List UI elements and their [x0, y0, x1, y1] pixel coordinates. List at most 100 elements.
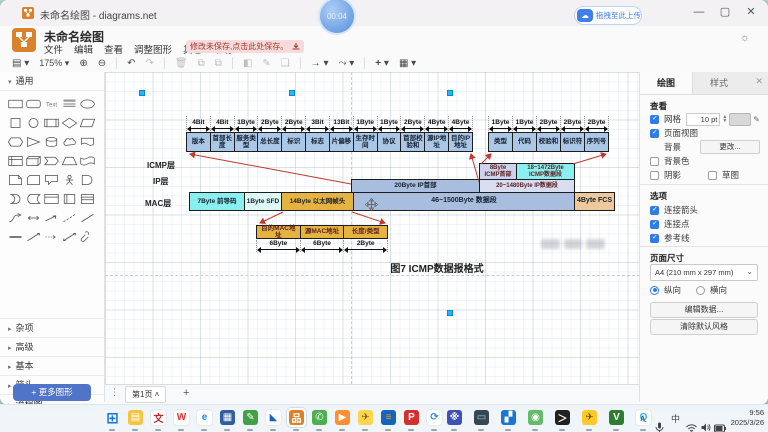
- shadow-checkbox[interactable]: [650, 171, 659, 180]
- icmp-field[interactable]: 标识符: [561, 132, 585, 152]
- clock[interactable]: 9:56 2025/3/26: [718, 408, 764, 428]
- shape-square-icon[interactable]: [6, 113, 24, 132]
- diagrams-net-icon[interactable]: 品: [287, 408, 306, 427]
- shape-text-icon[interactable]: Text: [42, 94, 60, 113]
- delete-icon[interactable]: 🗑: [175, 58, 188, 69]
- connection-handle[interactable]: [447, 90, 453, 96]
- shape-document-icon[interactable]: [78, 132, 96, 151]
- plane-app-icon[interactable]: ✈: [580, 408, 599, 427]
- shape-circle-icon[interactable]: [24, 113, 42, 132]
- ip-field[interactable]: 源IP地址: [425, 132, 449, 152]
- tab-style[interactable]: 样式: [693, 72, 745, 94]
- ip-field[interactable]: 生存时间: [354, 132, 378, 152]
- ip-header-box[interactable]: 20Byte IP首部: [351, 179, 480, 193]
- calculator-icon[interactable]: ▦: [218, 408, 237, 427]
- bg-color-checkbox[interactable]: [650, 157, 659, 166]
- fill-color-icon[interactable]: ◧: [243, 58, 252, 69]
- display-app-icon[interactable]: ▭: [472, 408, 491, 427]
- ip-field[interactable]: 总长度: [258, 132, 282, 152]
- ip-field[interactable]: 片偏移: [330, 132, 354, 152]
- ip-field[interactable]: 版本: [186, 132, 211, 152]
- icmp-field[interactable]: 代码: [513, 132, 537, 152]
- table-icon[interactable]: ▦ ▾: [399, 58, 416, 69]
- unsaved-notice[interactable]: 修改未保存,点击此处保存。: [186, 40, 304, 53]
- icmp-header-box[interactable]: 8Byte ICMP首部: [479, 163, 517, 180]
- grid-color-swatch[interactable]: [729, 113, 751, 126]
- tray-chevron-icon[interactable]: ∧: [639, 405, 646, 432]
- icmp-field[interactable]: 类型: [488, 132, 513, 152]
- mac-preamble-box[interactable]: 7Byte 前导码: [189, 192, 245, 211]
- minimize-button[interactable]: —: [686, 2, 712, 22]
- edit-data-button[interactable]: 编辑数据...: [650, 302, 758, 318]
- ip-field[interactable]: 协议: [378, 132, 402, 152]
- mac-fcs-box[interactable]: 4Byte FCS: [574, 192, 615, 211]
- shape-list-icon[interactable]: [78, 189, 96, 208]
- shape-actor-icon[interactable]: [60, 170, 78, 189]
- edge-browser-icon[interactable]: e: [195, 408, 214, 427]
- photos-app-icon[interactable]: ▞: [499, 408, 518, 427]
- shape-dashed-line-icon[interactable]: [60, 208, 78, 227]
- add-page-button[interactable]: +: [183, 387, 189, 399]
- icmp-field[interactable]: 校验和: [537, 132, 561, 152]
- to-back-icon[interactable]: ⧉: [215, 58, 222, 69]
- icmp-field[interactable]: 序列号: [585, 132, 609, 152]
- ip-header-fields[interactable]: 版本首部长度服务类型总长度标识标志片偏移生存时间协议首部校验和源IP地址目的IP…: [186, 132, 473, 152]
- screen-recorder-icon[interactable]: ◉: [526, 408, 545, 427]
- shape-ellipse-icon[interactable]: [78, 94, 96, 113]
- flight-app-icon[interactable]: ✈: [356, 408, 375, 427]
- to-front-icon[interactable]: ⧉: [198, 58, 205, 69]
- ip-field[interactable]: 标志: [306, 132, 330, 152]
- reader-app-icon[interactable]: 文: [149, 408, 168, 427]
- connection-points-checkbox[interactable]: [650, 220, 659, 229]
- redo-icon[interactable]: ↷: [145, 58, 153, 69]
- page-tab[interactable]: 第1页 ˄: [125, 386, 166, 403]
- ime-indicator[interactable]: 中: [671, 405, 680, 432]
- drawing-canvas[interactable]: ICMP层 IP层 MAC层 4Bit4Bit1Byte2Byte2Byte3B…: [105, 72, 640, 384]
- icmp-header-fields[interactable]: 类型代码校验和标识符序列号: [488, 132, 609, 152]
- clear-default-style-button[interactable]: 清除默认风格: [650, 319, 758, 335]
- connection-handle[interactable]: [289, 90, 295, 96]
- sketch-checkbox[interactable]: [708, 171, 717, 180]
- mac-expansion-fields[interactable]: 目的MAC地址源MAC地址长度/类型: [256, 225, 388, 239]
- shape-internal-storage-icon[interactable]: [6, 151, 24, 170]
- shape-note-icon[interactable]: [6, 170, 24, 189]
- connection-handle[interactable]: [447, 310, 453, 316]
- notes-app-icon[interactable]: ✎: [241, 408, 260, 427]
- section-general[interactable]: ▾通用: [0, 72, 104, 91]
- portrait-radio[interactable]: [650, 286, 659, 295]
- sidebar-section-高级[interactable]: ▸高级: [0, 337, 104, 356]
- shape-card-icon[interactable]: [24, 170, 42, 189]
- start-icon[interactable]: ⊞: [103, 408, 122, 427]
- ip-field[interactable]: 首部校验和: [401, 132, 425, 152]
- tab-diagram[interactable]: 绘图: [640, 72, 693, 94]
- team-app-icon[interactable]: ※: [445, 408, 464, 427]
- undo-icon[interactable]: ↶: [127, 58, 135, 69]
- shape-triangle-icon[interactable]: [24, 132, 42, 151]
- waypoint-style-icon[interactable]: ⤳ ▾: [338, 58, 354, 69]
- shape-container-icon[interactable]: [42, 189, 60, 208]
- change-background-button[interactable]: 更改...: [700, 140, 760, 154]
- shape-directional-connector-icon[interactable]: [24, 227, 42, 246]
- shape-cylinder-icon[interactable]: [42, 132, 60, 151]
- close-button[interactable]: ✕: [738, 2, 764, 22]
- insert-icon[interactable]: + ▾: [375, 58, 389, 69]
- page-view-checkbox[interactable]: [650, 129, 659, 138]
- ip-field[interactable]: 服务类型: [235, 132, 259, 152]
- zoom-level-dropdown[interactable]: 175% ▾: [39, 58, 69, 69]
- library-app-icon[interactable]: ≡: [379, 408, 398, 427]
- icmp-data-box[interactable]: 18~1472Byte ICMP数据段: [516, 163, 575, 180]
- sidebar-section-基本[interactable]: ▸基本: [0, 356, 104, 375]
- shape-rectangle-icon[interactable]: [6, 94, 24, 113]
- shape-textbox-icon[interactable]: [60, 94, 78, 113]
- shape-or-icon[interactable]: [78, 170, 96, 189]
- sync-app-icon[interactable]: ⟳: [425, 408, 444, 427]
- panel-close-icon[interactable]: ✕: [755, 76, 763, 87]
- shape-bidirectional-arrow-icon[interactable]: [24, 208, 42, 227]
- more-shapes-button[interactable]: + 更多图形: [13, 384, 91, 401]
- guides-checkbox[interactable]: [650, 234, 659, 243]
- shape-link-icon[interactable]: [78, 227, 96, 246]
- grid-size-stepper[interactable]: ▲▼: [722, 115, 727, 123]
- ip-data-box[interactable]: 20~1480Byte IP数据段: [479, 179, 575, 193]
- file-explorer-icon[interactable]: ▤: [126, 408, 145, 427]
- mac-sfd-box[interactable]: 1Byte SFD: [244, 192, 282, 211]
